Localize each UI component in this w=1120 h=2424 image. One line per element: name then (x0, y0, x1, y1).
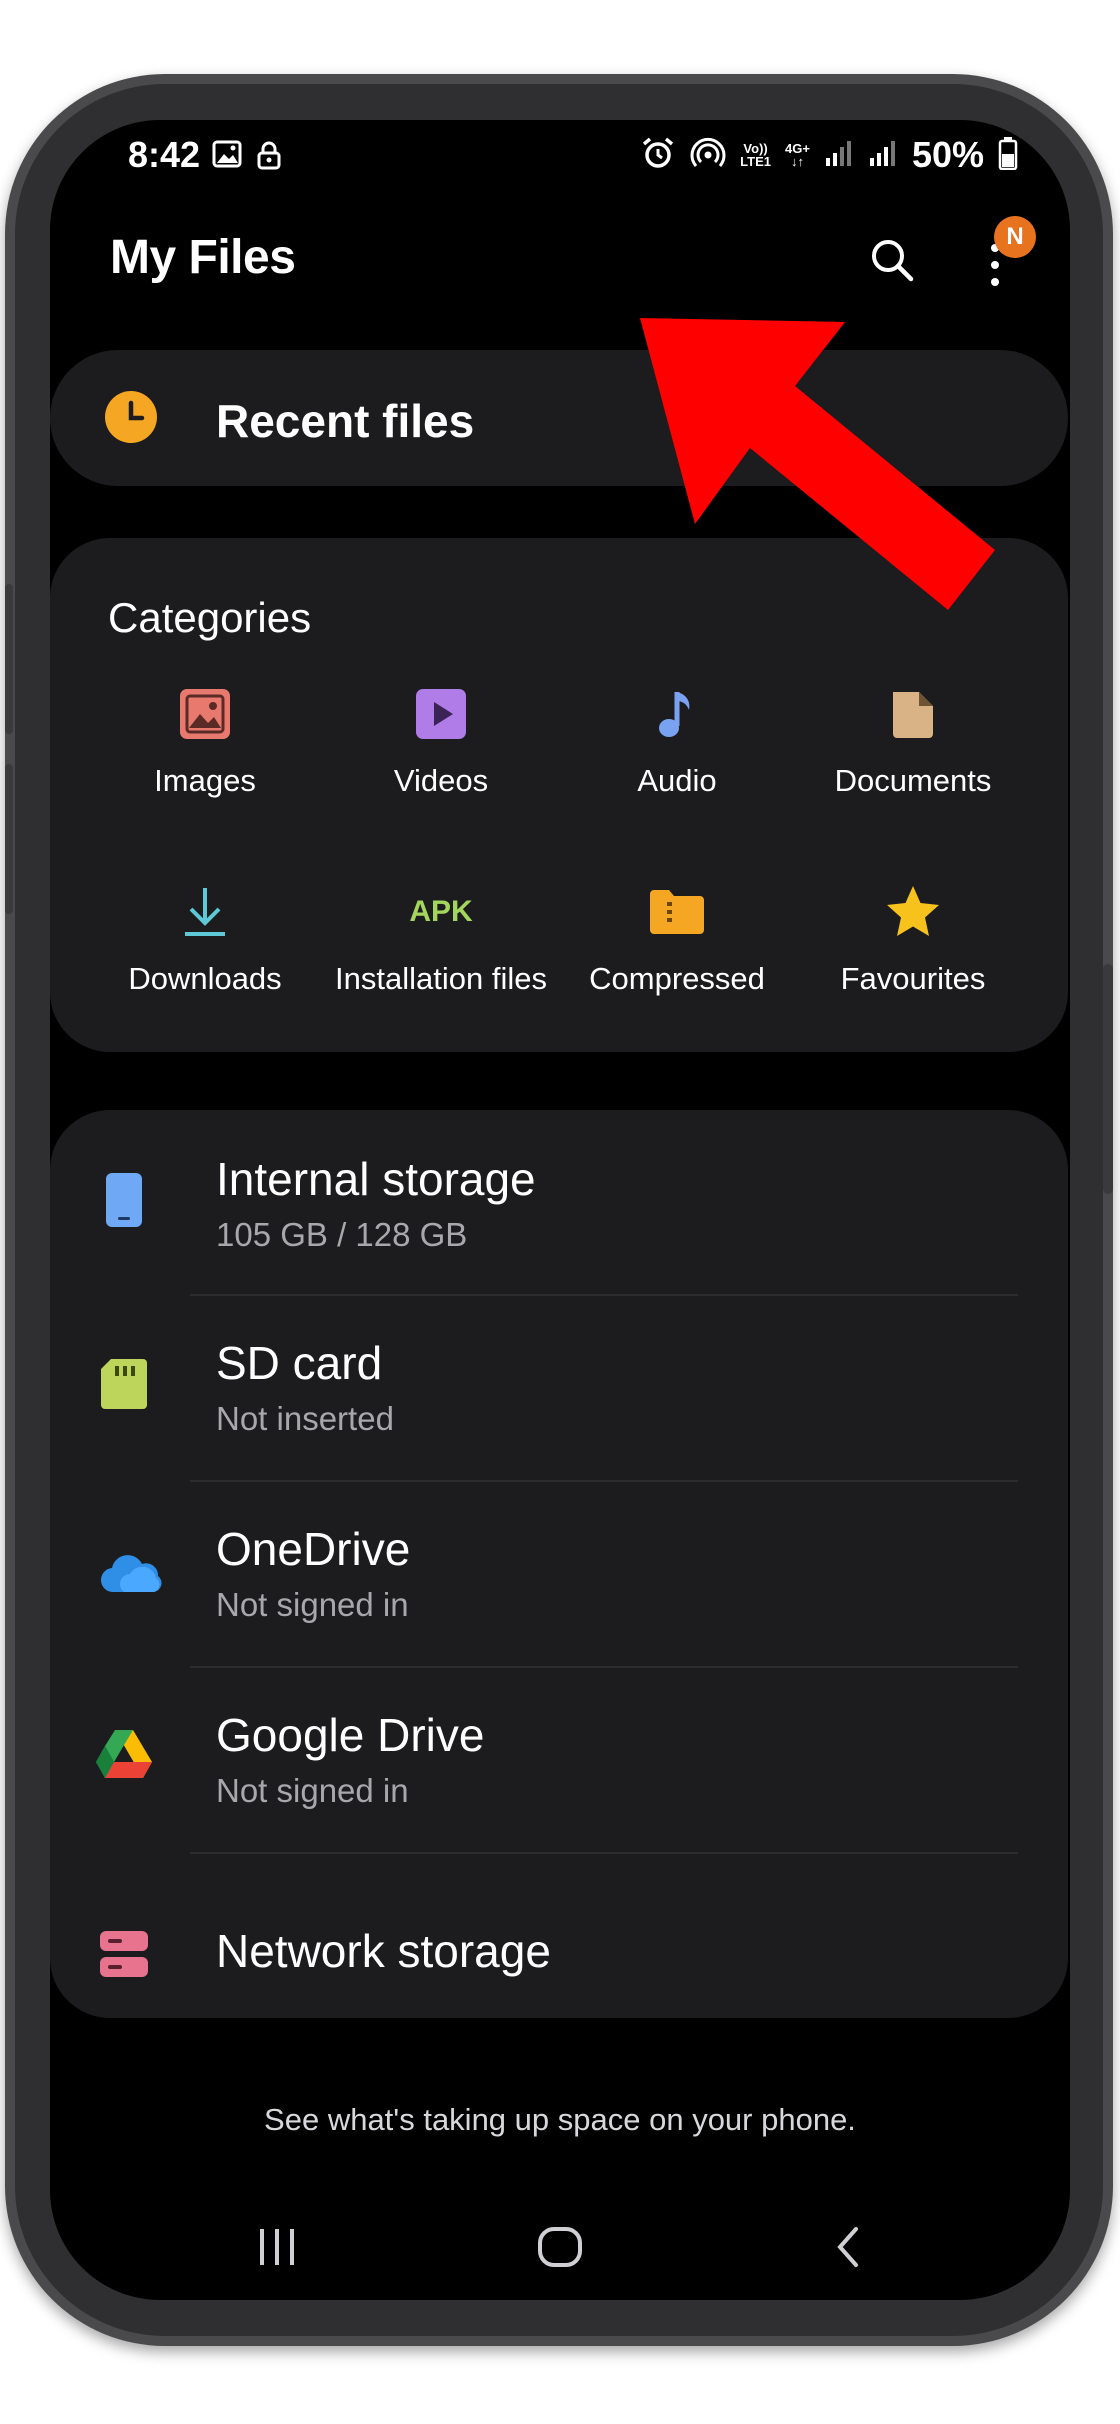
storage-title: OneDrive (216, 1523, 411, 1575)
category-label: Downloads (128, 961, 282, 996)
volte-bottom-text: LTE1 (740, 154, 771, 169)
category-label: Installation files (335, 961, 547, 996)
battery-icon (998, 136, 1018, 175)
sd-card-icon (94, 1354, 154, 1414)
phone-icon (94, 1170, 154, 1230)
categories-card: Categories Images Videos Audio Documents… (50, 538, 1068, 1052)
page-title: My Files (110, 231, 296, 284)
category-installation-files[interactable]: APK Installation files (323, 882, 559, 998)
category-label: Documents (834, 763, 992, 798)
status-bar: 8:42 Vo)) LTE1 4G+ ↓↑ 50% (50, 120, 1070, 200)
notification-badge: N (994, 216, 1036, 258)
storage-title: Network storage (216, 1925, 551, 1977)
archive-icon (647, 882, 707, 942)
status-time: 8:42 (128, 134, 201, 175)
category-label: Images (154, 763, 256, 798)
music-note-icon (647, 684, 707, 744)
google-drive-icon (94, 1724, 154, 1784)
storage-item-sd-card[interactable]: SD card Not inserted (50, 1296, 1068, 1480)
signal-icon-2 (868, 138, 898, 173)
storage-item-google-drive[interactable]: Google Drive Not signed in (50, 1668, 1068, 1852)
alarm-icon (640, 135, 676, 176)
onedrive-icon (100, 1544, 164, 1604)
storage-item-network[interactable]: Network storage (50, 1854, 1068, 2038)
power-button (1103, 964, 1113, 1194)
apk-icon-text: APK (409, 895, 473, 928)
recents-button[interactable] (232, 2212, 322, 2282)
hotspot-icon (690, 135, 726, 176)
storage-title: SD card (216, 1337, 383, 1389)
network-type-indicator: 4G+ ↓↑ (785, 142, 810, 168)
clock-icon (105, 391, 157, 443)
category-favourites[interactable]: Favourites (795, 882, 1031, 998)
category-videos[interactable]: Videos (323, 684, 559, 800)
storage-subtitle: 105 GB / 128 GB (216, 1216, 468, 1253)
image-icon (175, 684, 235, 744)
apk-icon: APK (409, 882, 473, 942)
volume-down-button (5, 764, 13, 914)
storage-item-onedrive[interactable]: OneDrive Not signed in (50, 1482, 1068, 1666)
category-label: Favourites (840, 961, 986, 996)
storage-title: Internal storage (216, 1153, 536, 1205)
battery-percent: 50% (911, 134, 984, 175)
home-icon (538, 2227, 582, 2267)
storage-subtitle: Not inserted (216, 1400, 394, 1437)
recent-files-label: Recent files (216, 395, 475, 447)
volte-indicator: Vo)) LTE1 (740, 142, 771, 168)
category-label: Videos (393, 763, 489, 798)
storage-subtitle: Not signed in (216, 1586, 409, 1623)
search-button[interactable] (862, 230, 922, 290)
lock-notification-icon (256, 140, 282, 175)
recents-icon (260, 2229, 294, 2265)
category-audio[interactable]: Audio (559, 684, 795, 800)
net-arrows-text: ↓↑ (790, 154, 804, 169)
document-icon (883, 684, 943, 744)
category-images[interactable]: Images (87, 684, 323, 800)
category-documents[interactable]: Documents (795, 684, 1031, 800)
search-icon (872, 240, 914, 282)
volume-up-button (5, 584, 13, 734)
storage-title: Google Drive (216, 1709, 485, 1761)
gallery-notification-icon (212, 140, 242, 175)
red-arrow-annotation (640, 318, 995, 610)
video-icon (411, 684, 471, 744)
category-compressed[interactable]: Compressed (559, 882, 795, 998)
star-icon (883, 882, 943, 942)
category-label: Audio (637, 763, 717, 798)
category-label: Compressed (589, 961, 765, 996)
home-button[interactable] (515, 2212, 605, 2282)
network-storage-icon (94, 1924, 154, 1984)
storage-item-internal[interactable]: Internal storage 105 GB / 128 GB (50, 1110, 1068, 1294)
category-downloads[interactable]: Downloads (87, 882, 323, 998)
navigation-bar (50, 2212, 1070, 2292)
storage-analysis-hint[interactable]: See what's taking up space on your phone… (50, 2102, 1070, 2138)
download-icon (175, 882, 235, 942)
back-icon (837, 2227, 858, 2267)
storage-card: Internal storage 105 GB / 128 GB SD card… (50, 1110, 1068, 2018)
signal-icon-1 (824, 138, 854, 173)
storage-subtitle: Not signed in (216, 1772, 409, 1809)
back-button[interactable] (802, 2212, 892, 2282)
